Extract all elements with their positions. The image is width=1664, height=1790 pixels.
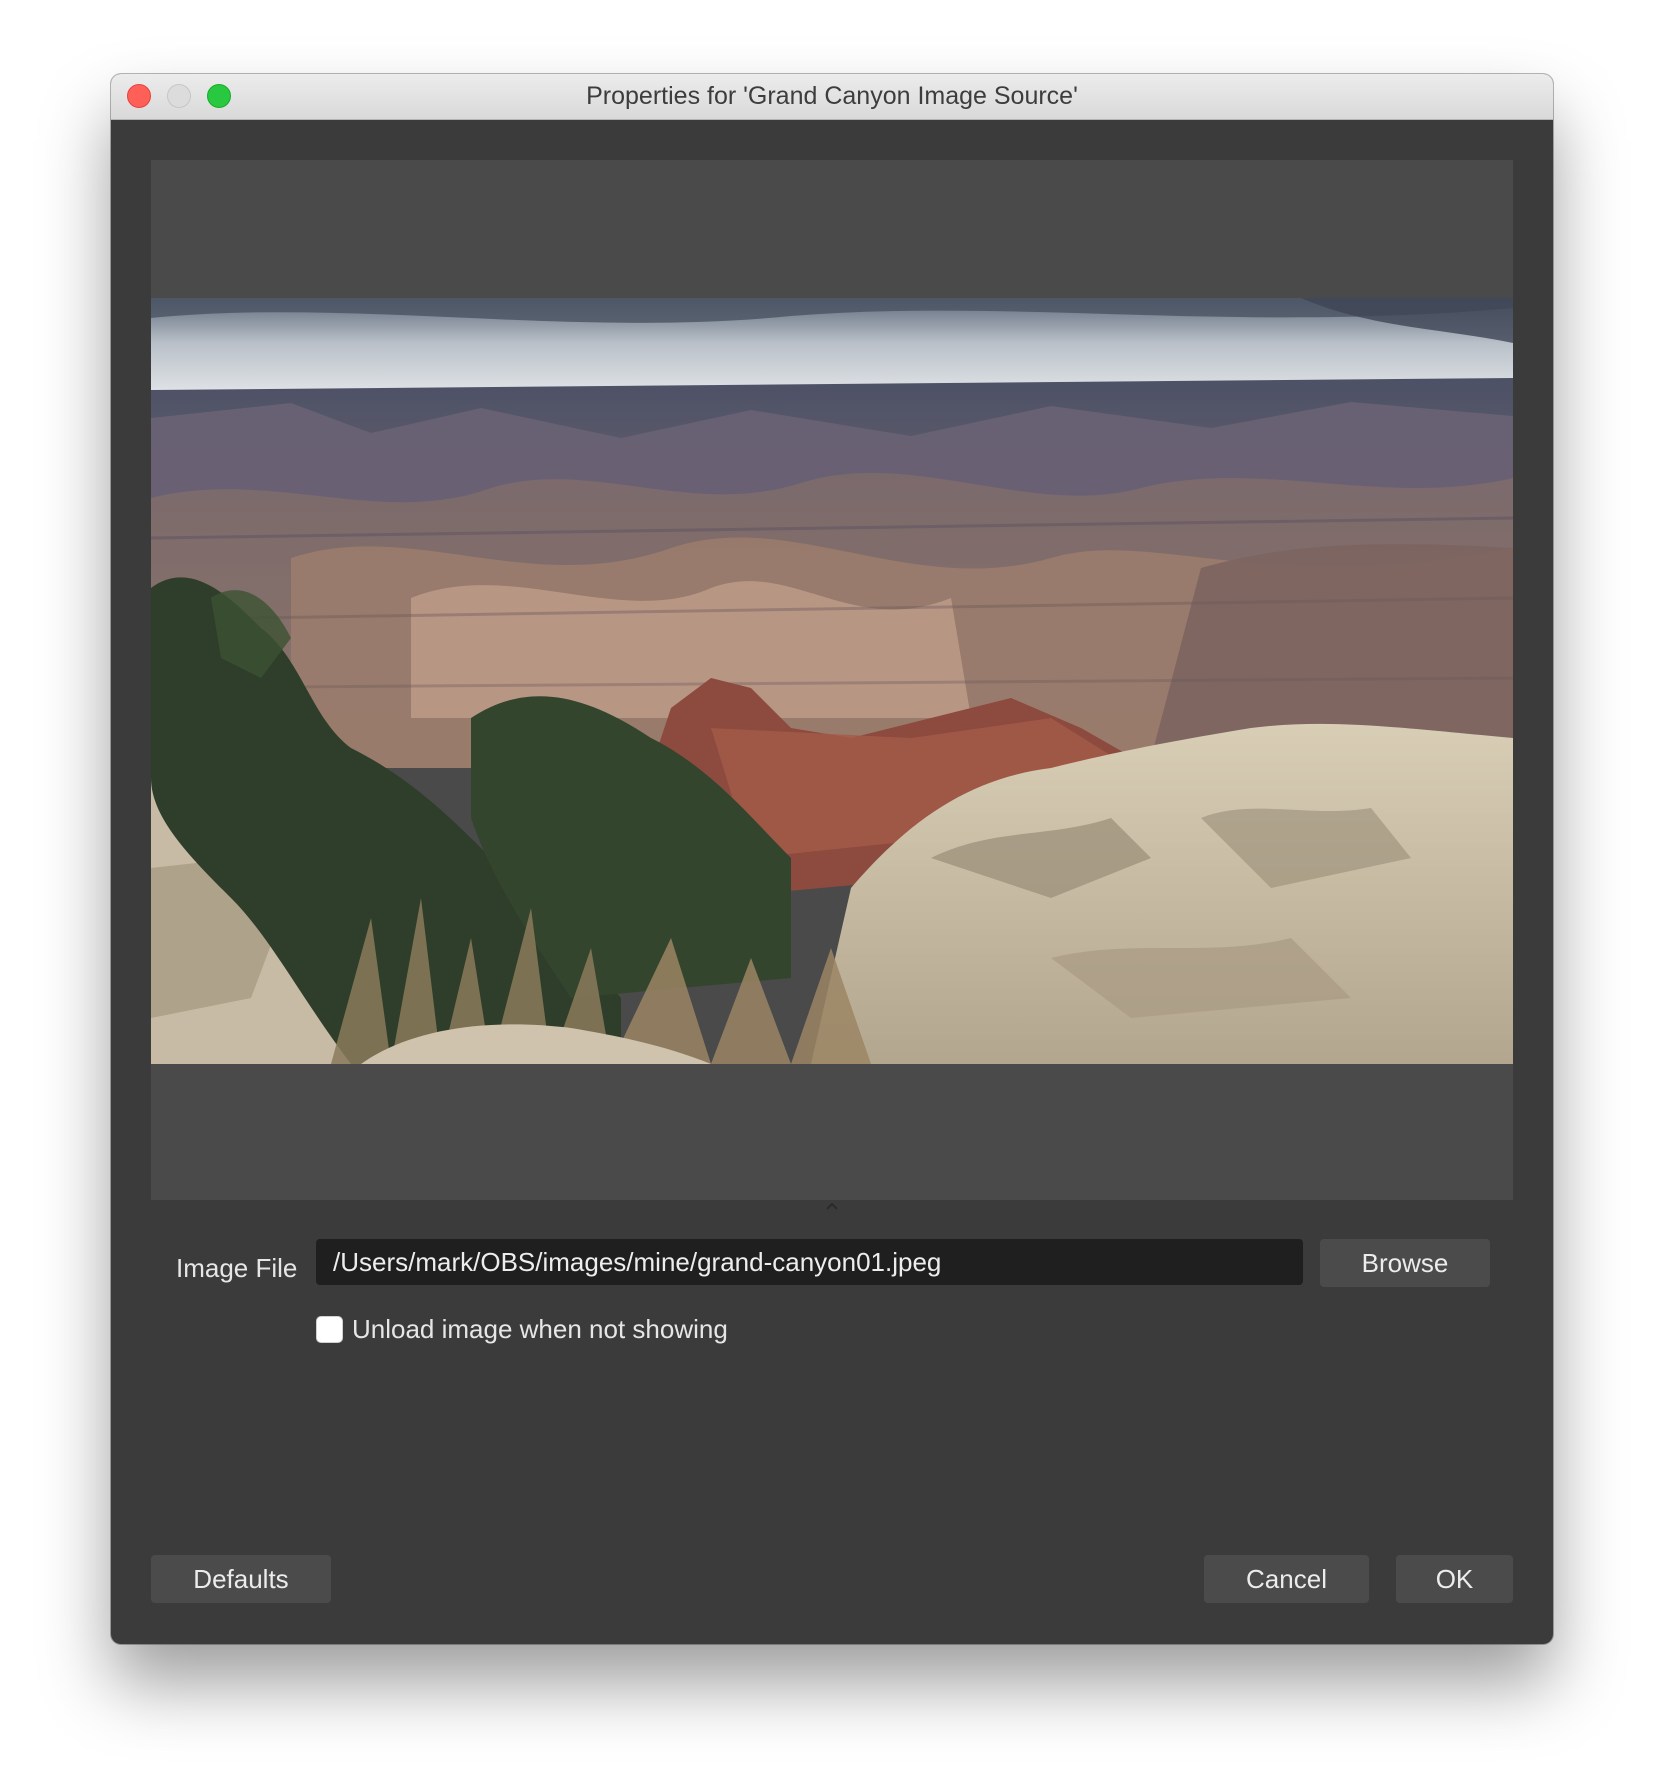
source-preview	[151, 160, 1513, 1200]
properties-window: Properties for 'Grand Canyon Image Sourc…	[111, 74, 1553, 1644]
unload-image-label[interactable]: Unload image when not showing	[352, 1311, 728, 1347]
image-file-label: Image File	[176, 1253, 298, 1283]
browse-button[interactable]: Browse	[1320, 1239, 1490, 1287]
splitter-handle-icon[interactable]	[826, 1202, 838, 1210]
unload-image-checkbox[interactable]	[316, 1316, 343, 1343]
defaults-button[interactable]: Defaults	[151, 1555, 331, 1603]
window-title: Properties for 'Grand Canyon Image Sourc…	[586, 82, 1078, 110]
ok-button[interactable]: OK	[1396, 1555, 1513, 1603]
grand-canyon-image	[151, 298, 1513, 1064]
cancel-button[interactable]: Cancel	[1204, 1555, 1369, 1603]
image-file-path-input[interactable]: /Users/mark/OBS/images/mine/grand-canyon…	[316, 1239, 1303, 1285]
title-bar[interactable]: Properties for 'Grand Canyon Image Sourc…	[111, 74, 1553, 120]
